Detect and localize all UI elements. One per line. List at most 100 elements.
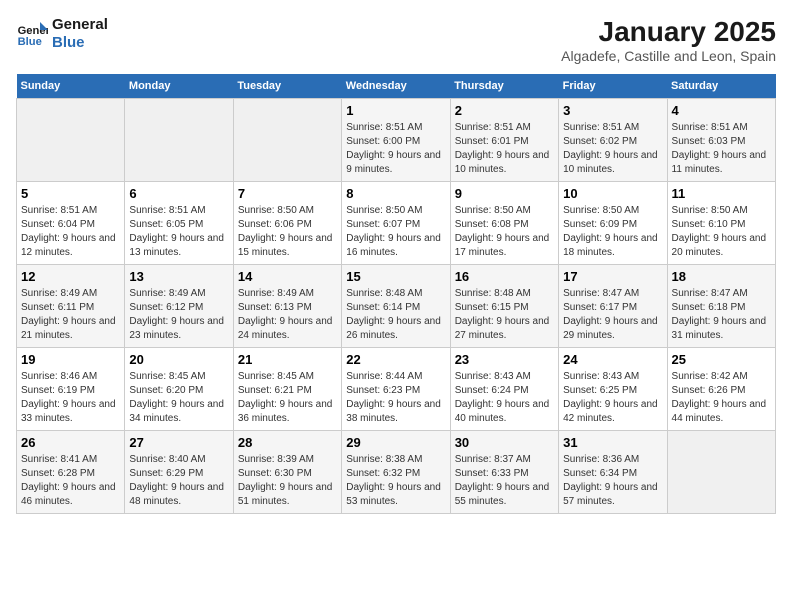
logo-line1: General [52, 16, 108, 34]
day-number: 22 [346, 352, 445, 367]
calendar-week-5: 26 Sunrise: 8:41 AM Sunset: 6:28 PM Dayli… [17, 431, 776, 514]
day-info: Sunrise: 8:50 AM Sunset: 6:09 PM Dayligh… [563, 204, 662, 260]
day-number: 27 [129, 435, 228, 450]
day-info: Sunrise: 8:41 AM Sunset: 6:28 PM Dayligh… [21, 453, 120, 509]
day-info: Sunrise: 8:48 AM Sunset: 6:15 PM Dayligh… [455, 287, 554, 343]
day-info: Sunrise: 8:50 AM Sunset: 6:06 PM Dayligh… [238, 204, 337, 260]
calendar-cell: 1Sunrise: 8:51 AM Sunset: 6:00 PM Daylig… [342, 99, 450, 182]
day-number: 4 [672, 103, 771, 118]
calendar-cell: 11Sunrise: 8:50 AM Sunset: 6:10 PM Dayli… [667, 182, 775, 265]
main-title: January 2025 [561, 16, 776, 48]
calendar-cell: 15 Sunrise: 8:48 AM Sunset: 6:14 PM Dayli… [342, 265, 450, 348]
day-info: Sunrise: 8:51 AM Sunset: 6:04 PM Dayligh… [21, 204, 120, 260]
calendar-cell [125, 99, 233, 182]
calendar-cell: 24 Sunrise: 8:43 AM Sunset: 6:25 PM Dayli… [559, 348, 667, 431]
weekday-header-saturday: Saturday [667, 74, 775, 99]
calendar-cell [233, 99, 341, 182]
day-info: Sunrise: 8:36 AM Sunset: 6:34 PM Dayligh… [563, 453, 662, 509]
day-info: Sunrise: 8:42 AM Sunset: 6:26 PM Dayligh… [672, 370, 771, 426]
calendar-cell: 17 Sunrise: 8:47 AM Sunset: 6:17 PM Dayli… [559, 265, 667, 348]
calendar-cell: 19 Sunrise: 8:46 AM Sunset: 6:19 PM Dayli… [17, 348, 125, 431]
calendar-header: SundayMondayTuesdayWednesdayThursdayFrid… [17, 74, 776, 99]
calendar-cell: 8Sunrise: 8:50 AM Sunset: 6:07 PM Daylig… [342, 182, 450, 265]
day-number: 29 [346, 435, 445, 450]
calendar-cell: 13Sunrise: 8:49 AM Sunset: 6:12 PM Dayli… [125, 265, 233, 348]
calendar-cell: 2Sunrise: 8:51 AM Sunset: 6:01 PM Daylig… [450, 99, 558, 182]
day-number: 1 [346, 103, 445, 118]
weekday-header-sunday: Sunday [17, 74, 125, 99]
day-info: Sunrise: 8:46 AM Sunset: 6:19 PM Dayligh… [21, 370, 120, 426]
day-info: Sunrise: 8:43 AM Sunset: 6:25 PM Dayligh… [563, 370, 662, 426]
day-number: 14 [238, 269, 337, 284]
calendar-cell: 4Sunrise: 8:51 AM Sunset: 6:03 PM Daylig… [667, 99, 775, 182]
day-number: 6 [129, 186, 228, 201]
calendar-cell [667, 431, 775, 514]
day-info: Sunrise: 8:40 AM Sunset: 6:29 PM Dayligh… [129, 453, 228, 509]
calendar-week-4: 19 Sunrise: 8:46 AM Sunset: 6:19 PM Dayli… [17, 348, 776, 431]
calendar-cell: 18 Sunrise: 8:47 AM Sunset: 6:18 PM Dayli… [667, 265, 775, 348]
day-info: Sunrise: 8:48 AM Sunset: 6:14 PM Dayligh… [346, 287, 445, 343]
subtitle: Algadefe, Castille and Leon, Spain [561, 48, 776, 64]
weekday-header-friday: Friday [559, 74, 667, 99]
day-number: 18 [672, 269, 771, 284]
calendar-cell [17, 99, 125, 182]
day-info: Sunrise: 8:45 AM Sunset: 6:20 PM Dayligh… [129, 370, 228, 426]
calendar-cell: 6 Sunrise: 8:51 AM Sunset: 6:05 PM Daylig… [125, 182, 233, 265]
calendar-table: SundayMondayTuesdayWednesdayThursdayFrid… [16, 74, 776, 514]
calendar-week-3: 12 Sunrise: 8:49 AM Sunset: 6:11 PM Dayli… [17, 265, 776, 348]
weekday-header-monday: Monday [125, 74, 233, 99]
calendar-cell: 31 Sunrise: 8:36 AM Sunset: 6:34 PM Dayli… [559, 431, 667, 514]
calendar-body: 1Sunrise: 8:51 AM Sunset: 6:00 PM Daylig… [17, 99, 776, 514]
calendar-cell: 10 Sunrise: 8:50 AM Sunset: 6:09 PM Dayli… [559, 182, 667, 265]
calendar-week-2: 5 Sunrise: 8:51 AM Sunset: 6:04 PM Daylig… [17, 182, 776, 265]
logo: General Blue General Blue [16, 16, 108, 52]
day-number: 10 [563, 186, 662, 201]
day-info: Sunrise: 8:47 AM Sunset: 6:18 PM Dayligh… [672, 287, 771, 343]
day-number: 19 [21, 352, 120, 367]
calendar-cell: 5 Sunrise: 8:51 AM Sunset: 6:04 PM Daylig… [17, 182, 125, 265]
day-info: Sunrise: 8:49 AM Sunset: 6:11 PM Dayligh… [21, 287, 120, 343]
day-info: Sunrise: 8:45 AM Sunset: 6:21 PM Dayligh… [238, 370, 337, 426]
day-number: 3 [563, 103, 662, 118]
calendar-cell: 21Sunrise: 8:45 AM Sunset: 6:21 PM Dayli… [233, 348, 341, 431]
day-info: Sunrise: 8:50 AM Sunset: 6:07 PM Dayligh… [346, 204, 445, 260]
calendar-week-1: 1Sunrise: 8:51 AM Sunset: 6:00 PM Daylig… [17, 99, 776, 182]
day-info: Sunrise: 8:51 AM Sunset: 6:05 PM Dayligh… [129, 204, 228, 260]
logo-icon: General Blue [16, 18, 48, 50]
day-number: 28 [238, 435, 337, 450]
day-info: Sunrise: 8:39 AM Sunset: 6:30 PM Dayligh… [238, 453, 337, 509]
calendar-cell: 22 Sunrise: 8:44 AM Sunset: 6:23 PM Dayli… [342, 348, 450, 431]
calendar-cell: 27 Sunrise: 8:40 AM Sunset: 6:29 PM Dayli… [125, 431, 233, 514]
day-number: 15 [346, 269, 445, 284]
calendar-cell: 29 Sunrise: 8:38 AM Sunset: 6:32 PM Dayli… [342, 431, 450, 514]
day-number: 30 [455, 435, 554, 450]
day-number: 17 [563, 269, 662, 284]
day-info: Sunrise: 8:50 AM Sunset: 6:08 PM Dayligh… [455, 204, 554, 260]
day-number: 5 [21, 186, 120, 201]
calendar-cell: 23 Sunrise: 8:43 AM Sunset: 6:24 PM Dayli… [450, 348, 558, 431]
calendar-cell: 7 Sunrise: 8:50 AM Sunset: 6:06 PM Daylig… [233, 182, 341, 265]
day-info: Sunrise: 8:38 AM Sunset: 6:32 PM Dayligh… [346, 453, 445, 509]
day-info: Sunrise: 8:50 AM Sunset: 6:10 PM Dayligh… [672, 204, 771, 260]
calendar-cell: 3Sunrise: 8:51 AM Sunset: 6:02 PM Daylig… [559, 99, 667, 182]
calendar-cell: 16 Sunrise: 8:48 AM Sunset: 6:15 PM Dayli… [450, 265, 558, 348]
day-number: 7 [238, 186, 337, 201]
page-header: General Blue General Blue January 2025 A… [16, 16, 776, 64]
weekday-header-thursday: Thursday [450, 74, 558, 99]
day-number: 9 [455, 186, 554, 201]
calendar-cell: 20 Sunrise: 8:45 AM Sunset: 6:20 PM Dayli… [125, 348, 233, 431]
day-number: 20 [129, 352, 228, 367]
day-info: Sunrise: 8:49 AM Sunset: 6:13 PM Dayligh… [238, 287, 337, 343]
calendar-cell: 12 Sunrise: 8:49 AM Sunset: 6:11 PM Dayli… [17, 265, 125, 348]
day-number: 12 [21, 269, 120, 284]
day-number: 24 [563, 352, 662, 367]
day-info: Sunrise: 8:43 AM Sunset: 6:24 PM Dayligh… [455, 370, 554, 426]
day-info: Sunrise: 8:49 AM Sunset: 6:12 PM Dayligh… [129, 287, 228, 343]
day-info: Sunrise: 8:44 AM Sunset: 6:23 PM Dayligh… [346, 370, 445, 426]
day-number: 16 [455, 269, 554, 284]
day-number: 31 [563, 435, 662, 450]
day-info: Sunrise: 8:47 AM Sunset: 6:17 PM Dayligh… [563, 287, 662, 343]
day-number: 23 [455, 352, 554, 367]
day-number: 26 [21, 435, 120, 450]
day-info: Sunrise: 8:51 AM Sunset: 6:01 PM Dayligh… [455, 121, 554, 177]
